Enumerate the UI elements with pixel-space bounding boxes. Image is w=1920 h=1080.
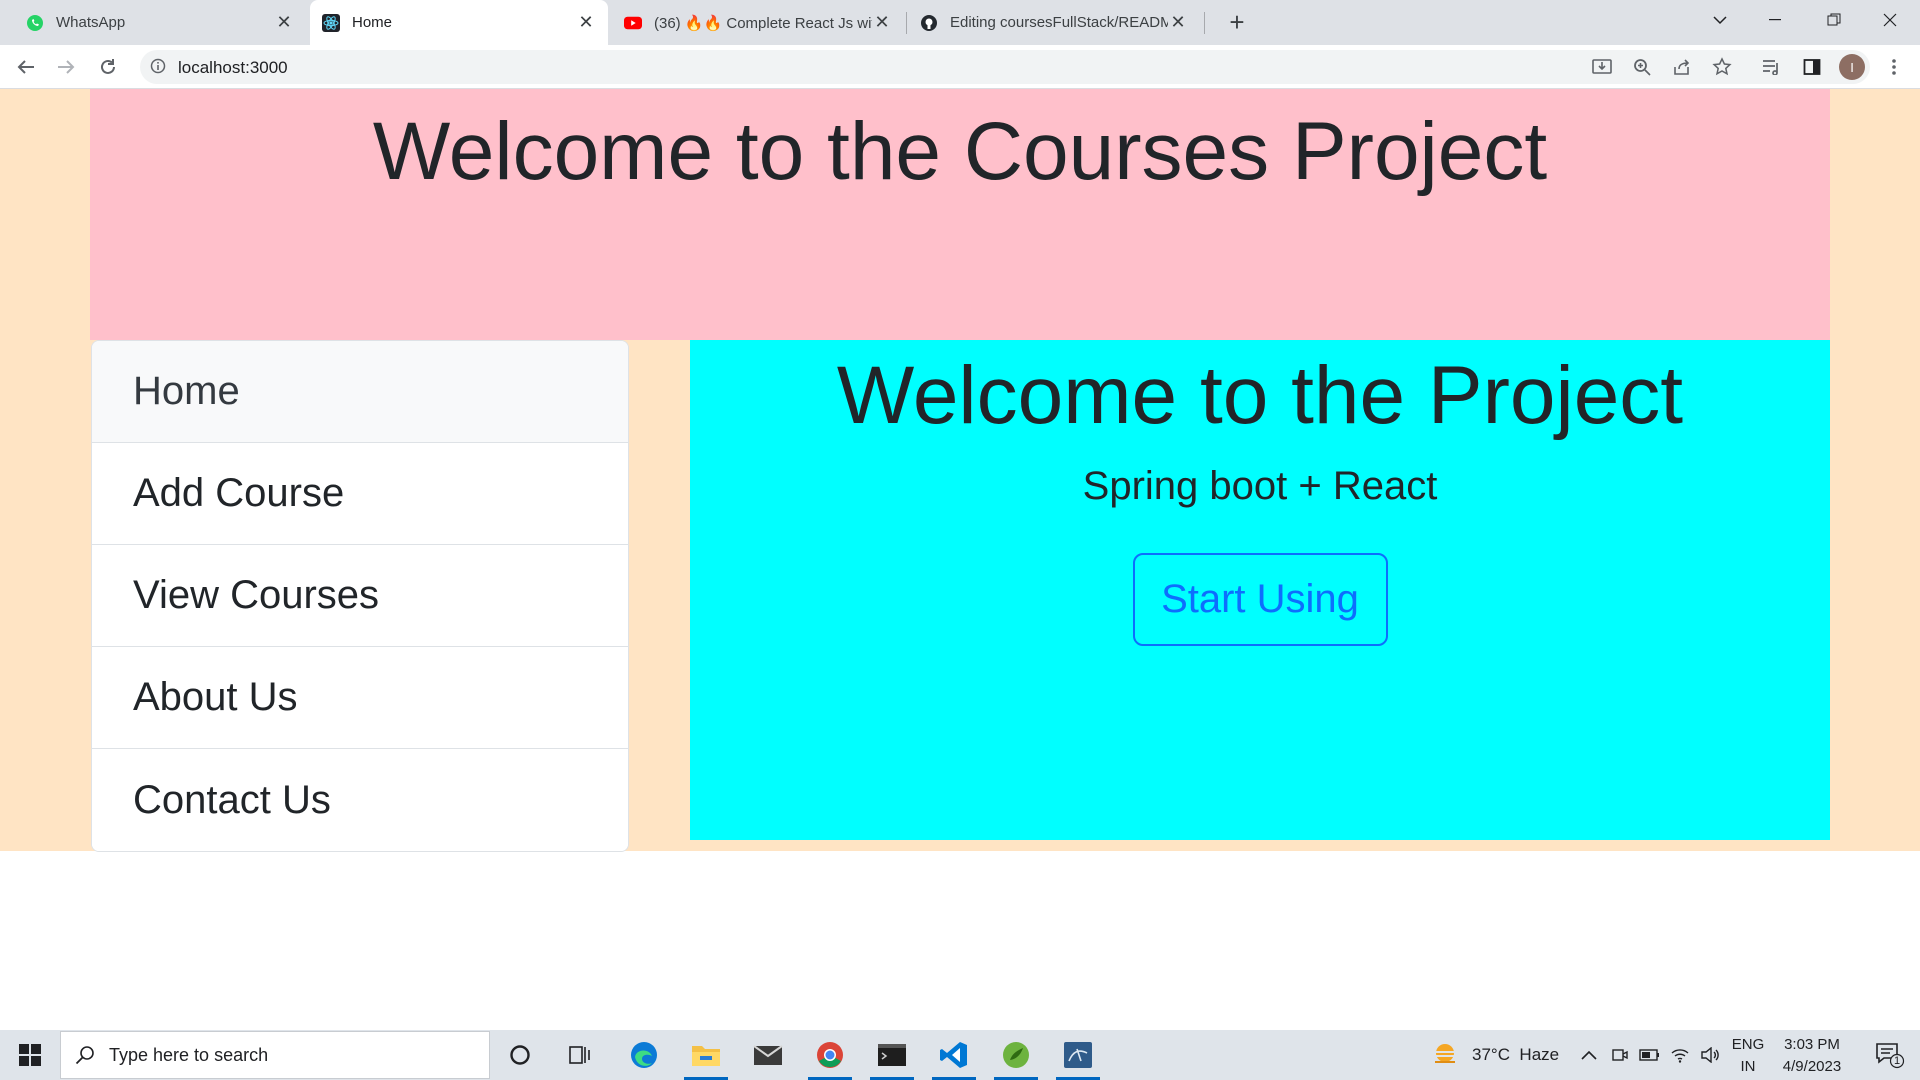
browser-toolbar: localhost:3000 I xyxy=(0,45,1920,89)
clock-time[interactable]: 3:03 PM xyxy=(1774,1036,1850,1053)
show-hidden-icons-chevron[interactable] xyxy=(1576,1030,1602,1080)
jumbotron-title: Welcome to the Project xyxy=(836,350,1684,441)
more-menu-icon[interactable] xyxy=(1878,51,1910,83)
start-button[interactable] xyxy=(0,1030,60,1080)
install-app-icon[interactable] xyxy=(1586,51,1618,83)
url-text: localhost:3000 xyxy=(178,58,288,77)
share-icon[interactable] xyxy=(1666,51,1698,83)
search-placeholder: Type here to search xyxy=(109,1044,269,1065)
tab-title: WhatsApp xyxy=(56,14,126,31)
side-menu: Home Add Course View Courses About Us Co… xyxy=(91,340,629,852)
close-tab-icon[interactable]: ✕ xyxy=(872,12,892,33)
battery-icon[interactable] xyxy=(1636,1030,1664,1080)
windows-logo-icon xyxy=(19,1044,41,1066)
browser-tab-strip: WhatsApp ✕ Home ✕ (36) 🔥🔥 Complete React… xyxy=(0,0,1920,45)
windows-taskbar: Type here to search 37°C Haze ENG IN 3:0… xyxy=(0,1030,1920,1080)
profile-avatar[interactable]: I xyxy=(1836,51,1868,83)
mysql-workbench-icon[interactable] xyxy=(1050,1030,1106,1080)
close-tab-icon[interactable]: ✕ xyxy=(576,12,596,33)
react-icon xyxy=(322,13,340,32)
bookmark-star-icon[interactable] xyxy=(1706,51,1738,83)
chrome-icon[interactable] xyxy=(802,1030,858,1080)
haze-sun-icon xyxy=(1432,1044,1458,1063)
tab-home[interactable]: Home ✕ xyxy=(310,0,608,45)
minimize-button[interactable] xyxy=(1748,0,1804,40)
tab-separator xyxy=(1204,12,1205,34)
forward-button[interactable] xyxy=(50,51,82,83)
notification-count: 1 xyxy=(1894,1055,1901,1067)
menu-item-view-courses[interactable]: View Courses xyxy=(92,545,628,647)
close-tab-icon[interactable]: ✕ xyxy=(274,12,294,33)
weather-text: 37°C Haze xyxy=(1472,1045,1560,1064)
edge-icon[interactable] xyxy=(616,1030,672,1080)
notification-icon xyxy=(1876,1043,1905,1069)
wifi-icon[interactable] xyxy=(1666,1030,1694,1080)
jumbotron-subtitle: Spring boot + React xyxy=(1082,464,1438,508)
site-info-icon[interactable] xyxy=(150,58,166,79)
tab-whatsapp[interactable]: WhatsApp ✕ xyxy=(14,0,306,45)
side-panel-icon[interactable] xyxy=(1796,51,1828,83)
tab-separator xyxy=(906,12,907,34)
close-tab-icon[interactable]: ✕ xyxy=(1168,12,1188,33)
tab-search-chevron-icon[interactable] xyxy=(1692,0,1748,40)
close-window-button[interactable] xyxy=(1862,0,1918,40)
tab-youtube[interactable]: (36) 🔥🔥 Complete React Js wit ✕ xyxy=(612,0,904,45)
jumbotron: Welcome to the Project Spring boot + Rea… xyxy=(690,340,1830,840)
menu-item-about-us[interactable]: About Us xyxy=(92,647,628,749)
page-header: Welcome to the Courses Project xyxy=(90,89,1830,340)
menu-item-home[interactable]: Home xyxy=(92,341,628,443)
vscode-icon[interactable] xyxy=(926,1030,982,1080)
spring-tool-suite-icon[interactable] xyxy=(988,1030,1044,1080)
weather-widget[interactable]: 37°C Haze xyxy=(1430,1030,1590,1080)
search-icon xyxy=(75,1046,94,1065)
meet-now-icon[interactable] xyxy=(1606,1030,1634,1080)
language-indicator-top[interactable]: ENG xyxy=(1726,1036,1770,1053)
tab-title: Home xyxy=(352,14,393,31)
github-icon xyxy=(920,14,938,32)
notification-center-button[interactable]: 1 xyxy=(1868,1030,1912,1080)
tab-title: (36) 🔥🔥 Complete React Js wit xyxy=(654,14,872,32)
back-button[interactable] xyxy=(10,51,42,83)
volume-icon[interactable] xyxy=(1696,1030,1724,1080)
terminal-icon[interactable] xyxy=(864,1030,920,1080)
language-indicator-bottom[interactable]: IN xyxy=(1726,1058,1770,1075)
mail-icon[interactable] xyxy=(740,1030,796,1080)
reload-button[interactable] xyxy=(92,51,124,83)
task-view-icon[interactable] xyxy=(552,1030,608,1080)
tab-github[interactable]: Editing coursesFullStack/READMI ✕ xyxy=(908,0,1200,45)
zoom-icon[interactable] xyxy=(1626,51,1658,83)
youtube-icon xyxy=(624,14,642,32)
file-explorer-icon[interactable] xyxy=(678,1030,734,1080)
page-viewport: Welcome to the Courses Project Home Add … xyxy=(0,89,1920,1030)
reading-list-icon[interactable] xyxy=(1756,51,1788,83)
whatsapp-icon xyxy=(26,14,44,32)
menu-item-contact-us[interactable]: Contact Us xyxy=(92,749,628,851)
taskbar-search-box[interactable]: Type here to search xyxy=(60,1031,490,1079)
new-tab-button[interactable]: + xyxy=(1220,6,1254,40)
clock-date[interactable]: 4/9/2023 xyxy=(1774,1058,1850,1075)
cortana-icon[interactable] xyxy=(492,1030,548,1080)
start-using-button[interactable]: Start Using xyxy=(1132,553,1388,646)
header-title: Welcome to the Courses Project xyxy=(372,106,1548,197)
tab-title: Editing coursesFullStack/READMI xyxy=(950,14,1168,31)
profile-initial: I xyxy=(1839,54,1865,80)
menu-item-add-course[interactable]: Add Course xyxy=(92,443,628,545)
restore-button[interactable] xyxy=(1806,0,1862,40)
